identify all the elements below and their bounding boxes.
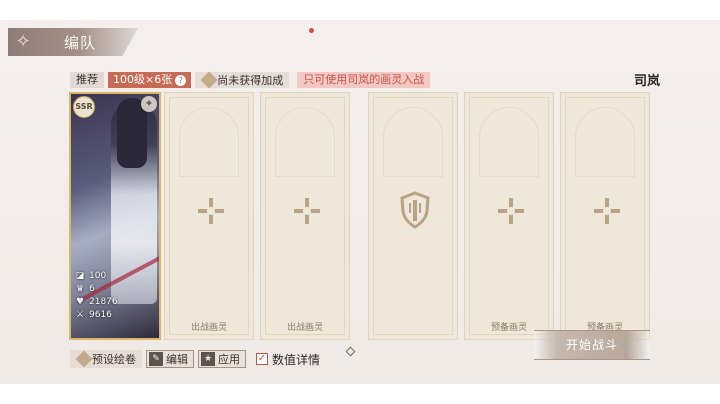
reserve-slot-1[interactable]: 预备画灵 [464,92,554,340]
apply-icon: ★ [201,352,215,366]
battle-slot-2[interactable]: 出战画灵 [164,92,254,340]
edit-icon: ✎ [149,352,163,366]
preset-row: 预设绘卷 ✎ 编辑 ★ 应用 ✓ 数值详情 [70,350,320,368]
level-icon: ◪ [75,271,85,281]
star-value: 6 [89,284,95,294]
heart-icon: ♥ [75,297,85,307]
slot-ornament [575,107,635,177]
stats-detail-label: 数值详情 [272,352,321,367]
slot-ornament [383,107,443,177]
notification-dot [309,28,314,33]
restriction-note: 只可使用司岚的画灵入战 [297,72,431,88]
apply-button[interactable]: ★ 应用 [198,350,246,368]
level-value: 100 [89,271,107,281]
slot-ornament [275,107,335,177]
level-stat: ◪ 100 [75,270,118,283]
slot-label: 出战画灵 [190,323,227,333]
level-requirement-badge[interactable]: 100级×6张 ? [108,72,192,88]
shield-icon [400,191,430,229]
diamond-badge-icon [75,350,93,368]
stats-detail-checkbox[interactable]: ✓ [256,353,268,365]
preset-scroll: 预设绘卷 [70,350,142,368]
start-battle-button[interactable]: 开始战斗 [534,330,650,360]
reserve-slot-2[interactable]: 预备画灵 [560,92,650,340]
level-requirement-text: 100级×6张 [113,73,173,86]
plus-center [603,207,611,215]
bonus-status-text: 尚未获得加成 [217,74,284,87]
butterfly-icon[interactable]: ✧ [10,30,36,54]
plus-center [507,207,515,215]
team-name: 司岚 [633,74,660,89]
help-icon[interactable]: ? [175,74,187,86]
apply-button-label: 应用 [218,353,240,366]
hp-value: 21876 [89,297,118,307]
diamond-badge-icon [200,71,218,89]
top-bar: ✧ 编队 [0,20,720,64]
bonus-status: 尚未获得加成 [195,71,290,89]
plus-center [207,207,215,215]
battle-slot-3[interactable]: 出战画灵 [260,92,350,340]
edit-button[interactable]: ✎ 编辑 [146,350,194,368]
favorite-star-icon[interactable]: ✦ [141,96,157,112]
slot-label: 出战画灵 [286,323,323,333]
star-stat: ♛ 6 [75,283,118,296]
attack-stat: ⚔ 9616 [75,309,118,322]
crossed-swords-icon: ⚔ [75,310,85,320]
guardian-slot[interactable] [368,92,458,340]
edit-button-label: 编辑 [166,353,188,366]
stats-detail-toggle[interactable]: ✓ 数值详情 [256,351,320,368]
attack-value: 9616 [89,310,112,320]
requirement-row: 推荐 100级×6张 ? 尚未获得加成 只可使用司岚的画灵入战 [70,71,431,89]
hp-stat: ♥ 21876 [75,296,118,309]
page-title: 编队 [64,34,97,52]
slot-ornament [179,107,239,177]
recommend-label: 推荐 [70,72,104,88]
team-formation-screen: ✧ 编队 推荐 100级×6张 ? 尚未获得加成 只可使用司岚的画灵入战 司岚 … [0,20,720,384]
preset-label: 预设绘卷 [92,353,136,366]
slot-ornament [479,107,539,177]
page-indicator-dot [345,346,356,357]
character-card-slot-1[interactable]: SSR ✦ ◪ 100 ♛ 6 ♥ 21876 ⚔ 9616 [69,92,161,340]
card-stats: ◪ 100 ♛ 6 ♥ 21876 ⚔ 9616 [75,270,118,322]
crown-icon: ♛ [75,284,85,294]
plus-center [303,207,311,215]
rarity-badge: SSR [73,96,95,118]
